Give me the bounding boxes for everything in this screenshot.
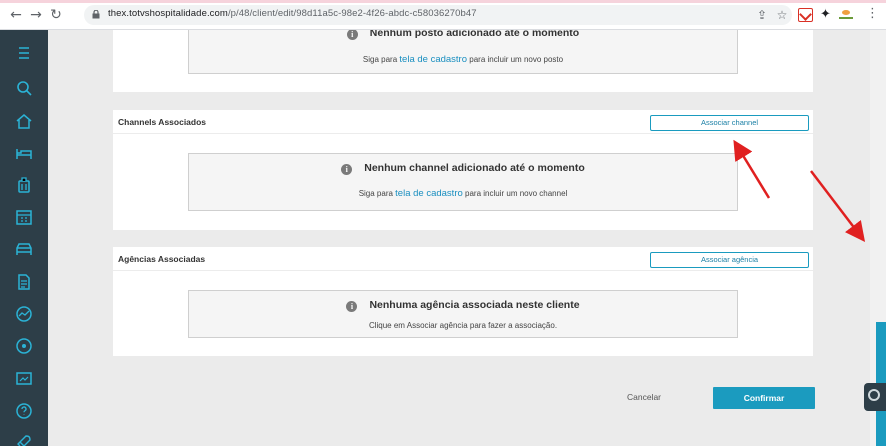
- associate-agency-button[interactable]: Associar agência: [650, 252, 809, 268]
- info-icon: i: [346, 301, 358, 312]
- url-host: thex.totvshospitalidade.com: [108, 8, 228, 19]
- luggage-icon[interactable]: [14, 175, 34, 195]
- document-icon[interactable]: [14, 272, 34, 292]
- arrow-right-icon[interactable]: →: [28, 7, 44, 23]
- help-icon[interactable]: [14, 401, 34, 421]
- channels-empty-title-text: Nenhum channel adicionado até o momento: [364, 162, 585, 174]
- lock-icon: [92, 10, 100, 19]
- car-icon[interactable]: [14, 239, 34, 259]
- arrow-left-icon[interactable]: ←: [8, 7, 24, 23]
- report-icon[interactable]: [14, 369, 34, 389]
- channels-title: Channels Associados: [118, 117, 207, 127]
- channels-register-link[interactable]: tela de cadastro: [395, 188, 463, 199]
- sidebar: [0, 30, 48, 446]
- address-bar[interactable]: thex.totvshospitalidade.com/p/48/client/…: [84, 5, 792, 25]
- channels-empty-sub: Siga para tela de cadastro para incluir …: [189, 188, 737, 199]
- channels-empty-title: i Nenhum channel adicionado até o momento: [189, 162, 737, 175]
- confirm-button[interactable]: Confirmar: [713, 387, 815, 409]
- chart-icon[interactable]: [14, 304, 34, 324]
- channels-card: Channels Associados Associar channel i Ne…: [113, 110, 813, 230]
- tab-strip-edge: [0, 0, 886, 3]
- channels-header: Channels Associados Associar channel: [113, 110, 813, 134]
- extensions-puzzle-icon[interactable]: ✦: [820, 7, 831, 22]
- agencias-empty-title-text: Nenhuma agência associada neste cliente: [369, 299, 580, 311]
- channels-sub-prefix: Siga para: [358, 189, 393, 198]
- rocket-icon[interactable]: [14, 432, 34, 446]
- url-text: thex.totvshospitalidade.com/p/48/client/…: [108, 8, 477, 19]
- info-icon: i: [341, 164, 353, 175]
- postos-sub-prefix: Siga para: [362, 55, 398, 64]
- postos-empty-sub: Siga para tela de cadastro para incluir …: [189, 54, 737, 65]
- reload-icon[interactable]: ↻: [48, 7, 64, 23]
- agencias-card: Agências Associadas Associar agência i Ne…: [113, 247, 813, 356]
- calendar-icon[interactable]: [14, 207, 34, 227]
- postos-card: i Nenhum posto adicionado até o momento S…: [113, 30, 813, 92]
- browser-toolbar: ← → ↻ thex.totvshospitalidade.com/p/48/c…: [0, 0, 886, 30]
- share-icon[interactable]: ⇪: [754, 7, 770, 23]
- info-icon: i: [346, 30, 358, 40]
- agencias-header: Agências Associadas Associar agência: [113, 247, 813, 271]
- cancel-button[interactable]: Cancelar: [627, 392, 661, 402]
- channels-sub-suffix: para incluir um novo channel: [465, 189, 568, 198]
- gmail-extension-icon[interactable]: [798, 8, 813, 22]
- url-path: /p/48/client/edit/98d11a5c-98e2-4f26-abd…: [227, 8, 477, 19]
- profile-avatar-icon[interactable]: [837, 7, 855, 23]
- postos-register-link[interactable]: tela de cadastro: [399, 54, 467, 65]
- chat-widget-icon[interactable]: [864, 383, 886, 411]
- search-icon[interactable]: [14, 78, 34, 98]
- menu-icon[interactable]: [14, 43, 34, 63]
- bookmark-star-icon[interactable]: ☆: [774, 7, 790, 23]
- postos-empty-title-text: Nenhum posto adicionado até o momento: [369, 30, 580, 39]
- postos-sub-suffix: para incluir um novo posto: [469, 55, 564, 64]
- agencias-title: Agências Associadas: [118, 254, 206, 264]
- agencias-empty-state: i Nenhuma agência associada neste cliente…: [188, 290, 738, 338]
- channels-empty-state: i Nenhum channel adicionado até o momento…: [188, 153, 738, 211]
- gauge-icon[interactable]: [14, 336, 34, 356]
- bed-icon[interactable]: [14, 143, 34, 163]
- agencias-empty-sub: Clique em Associar agência para fazer a …: [368, 321, 558, 330]
- postos-empty-title: i Nenhum posto adicionado até o momento: [189, 30, 737, 40]
- browser-menu-icon[interactable]: ⋮: [866, 6, 879, 21]
- associate-channel-button[interactable]: Associar channel: [650, 115, 809, 131]
- postos-empty-state: i Nenhum posto adicionado até o momento S…: [188, 30, 738, 74]
- home-icon[interactable]: [14, 111, 34, 131]
- main-content: i Nenhum posto adicionado até o momento S…: [48, 30, 870, 446]
- agencias-empty-title: i Nenhuma agência associada neste cliente: [189, 299, 737, 312]
